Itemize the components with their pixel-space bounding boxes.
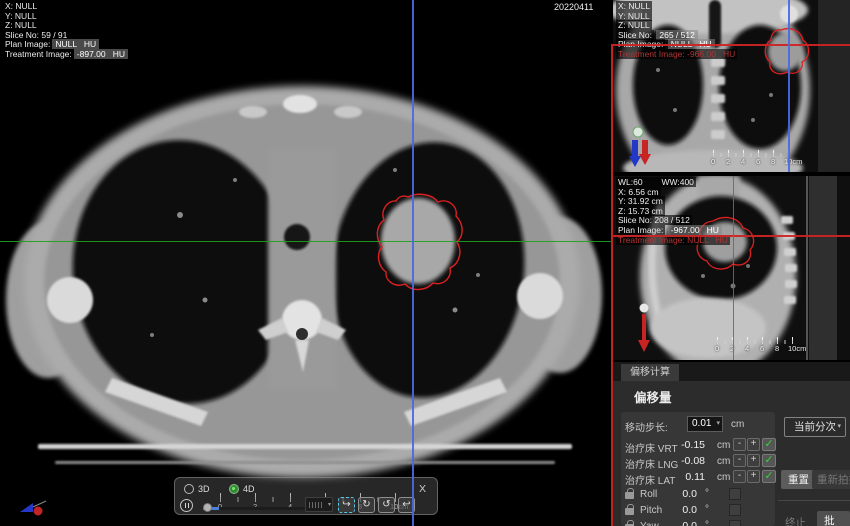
tab-offset-calculation[interactable]: 偏移计算 bbox=[621, 364, 679, 381]
current-fraction-dropdown[interactable]: 当前分次 ▾ bbox=[784, 417, 846, 437]
axial-overlay-text: X: NULL Y: NULL Z: NULL Slice No: 59 / 9… bbox=[3, 1, 128, 60]
step-size-unit: cm bbox=[731, 419, 745, 430]
lock-icon bbox=[625, 488, 634, 499]
pause-button[interactable] bbox=[180, 499, 193, 512]
coronal-crosshair-vertical[interactable] bbox=[788, 0, 790, 172]
speed-dropdown[interactable]: ▾ bbox=[305, 497, 333, 512]
panel-divider bbox=[778, 500, 850, 501]
couch-vrt-minus-button[interactable]: - bbox=[733, 438, 746, 451]
step-size-label: 移动步长: bbox=[625, 423, 668, 434]
couch-lng-unit: cm bbox=[717, 456, 731, 467]
chevron-down-icon: ▾ bbox=[327, 502, 331, 508]
yaw-checkbox[interactable] bbox=[729, 520, 741, 526]
ct-igrt-application: X: NULL Y: NULL Z: NULL Slice No: 59 / 9… bbox=[0, 0, 850, 526]
sagittal-crosshair-vertical[interactable] bbox=[733, 176, 735, 360]
couch-vrt-value: -0.15 bbox=[681, 439, 705, 451]
couch-lat-unit: cm bbox=[717, 472, 731, 483]
couch-vrt-unit: cm bbox=[717, 440, 731, 451]
roll-label: Roll bbox=[640, 489, 658, 500]
loop-icon: ↪ bbox=[342, 499, 351, 510]
speed-dropdown-value bbox=[309, 502, 323, 508]
roll-checkbox[interactable] bbox=[729, 488, 741, 500]
axial-crosshair-horizontal[interactable] bbox=[0, 241, 612, 242]
couch-lng-checkbox[interactable]: ✓ bbox=[762, 454, 776, 467]
coronal-overlay-text: X: NULL Y: NULL Z: NULL Slice No: 265 / … bbox=[616, 1, 738, 59]
loop-icon: ↻ bbox=[362, 499, 371, 510]
roll-value: 0.0 bbox=[682, 488, 697, 500]
sagittal-ct-viewport[interactable]: WL:60 WW:400 X: 6.56 cm Y: 31.92 cm Z: 1… bbox=[613, 176, 850, 360]
couch-vrt-checkbox[interactable]: ✓ bbox=[762, 438, 776, 451]
yaw-unit: ° bbox=[705, 520, 709, 526]
pitch-unit: ° bbox=[705, 504, 709, 515]
step-size-value: 0.01 bbox=[692, 418, 712, 429]
axial-crosshair-vertical[interactable] bbox=[412, 0, 414, 526]
playback-toolbar: 3D 4D ▾ ↪ ↻ ↺ ↩ X bbox=[174, 477, 438, 515]
sagittal-scale-ruler: 02 46 810cm bbox=[715, 337, 806, 353]
approve-button[interactable]: 批准 bbox=[817, 511, 850, 526]
loop-mode-button-2[interactable]: ↻ bbox=[358, 497, 375, 513]
orientation-marker-icon bbox=[20, 500, 47, 516]
loop-icon: ↺ bbox=[382, 499, 391, 510]
pitch-checkbox[interactable] bbox=[729, 504, 741, 516]
toolbar-x-label[interactable]: X bbox=[419, 483, 426, 495]
couch-vrt-label: 治疗床 VRT bbox=[625, 444, 678, 455]
panel-tab-bar: 偏移计算 bbox=[613, 362, 850, 381]
couch-lng-minus-button[interactable]: - bbox=[733, 454, 746, 467]
coronal-crosshair-horizontal[interactable] bbox=[613, 44, 850, 46]
axial-ct-image bbox=[0, 0, 612, 526]
sagittal-crosshair-horizontal[interactable] bbox=[613, 235, 850, 237]
couch-vrt-plus-button[interactable]: + bbox=[747, 438, 760, 451]
reset-button[interactable]: 重置 bbox=[781, 470, 816, 489]
axial-ct-viewport[interactable]: X: NULL Y: NULL Z: NULL Slice No: 59 / 9… bbox=[0, 0, 612, 526]
couch-lat-plus-button[interactable]: + bbox=[747, 470, 760, 483]
orientation-marker-icon bbox=[638, 303, 650, 352]
couch-lat-checkbox[interactable]: ✓ bbox=[762, 470, 776, 483]
radio-3d[interactable] bbox=[184, 484, 194, 494]
radio-3d-label: 3D bbox=[198, 484, 210, 494]
panel-title: 偏移量 bbox=[634, 391, 672, 405]
orientation-marker-icon bbox=[629, 126, 651, 167]
roll-unit: ° bbox=[705, 488, 709, 499]
couch-lat-minus-button[interactable]: - bbox=[733, 470, 746, 483]
retake-button[interactable]: 重新拍摄 bbox=[812, 470, 850, 489]
coronal-ct-viewport[interactable]: X: NULL Y: NULL Z: NULL Slice No: 265 / … bbox=[613, 0, 850, 172]
coronal-scale-ruler: 02 46 8 10cm bbox=[711, 150, 802, 166]
current-fraction-label: 当前分次 bbox=[794, 421, 836, 433]
radio-4d[interactable] bbox=[229, 484, 239, 494]
couch-lng-label: 治疗床 LNG bbox=[625, 460, 679, 471]
step-size-dropdown[interactable]: 0.01 ▾ bbox=[687, 416, 723, 432]
couch-lat-value: 0.11 bbox=[685, 471, 705, 483]
loop-icon: ↩ bbox=[402, 499, 411, 510]
loop-mode-button-3[interactable]: ↺ bbox=[378, 497, 395, 513]
couch-lat-label: 治疗床 LAT bbox=[625, 476, 676, 487]
radio-4d-label: 4D bbox=[243, 484, 255, 494]
lock-icon bbox=[625, 504, 634, 515]
pitch-label: Pitch bbox=[640, 505, 663, 516]
terminate-button[interactable]: 终止 bbox=[781, 513, 810, 526]
loop-mode-button-1[interactable]: ↪ bbox=[338, 497, 355, 513]
couch-lng-value: -0.08 bbox=[681, 455, 705, 467]
yaw-value: 0.0 bbox=[682, 520, 697, 526]
chevron-down-icon: ▾ bbox=[716, 420, 720, 427]
chevron-down-icon: ▾ bbox=[837, 423, 841, 430]
treatment-image-axis-line bbox=[611, 44, 613, 526]
study-date: 20220411 bbox=[552, 2, 596, 12]
couch-lng-plus-button[interactable]: + bbox=[747, 454, 760, 467]
yaw-label: Yaw bbox=[640, 521, 659, 526]
offset-panel: 偏移计算 偏移量 移动步长: 0.01 ▾ cm 当前分次 ▾ 治疗床 VRT … bbox=[613, 362, 850, 526]
playback-slider-thumb[interactable] bbox=[203, 503, 212, 512]
pitch-value: 0.0 bbox=[682, 504, 697, 516]
